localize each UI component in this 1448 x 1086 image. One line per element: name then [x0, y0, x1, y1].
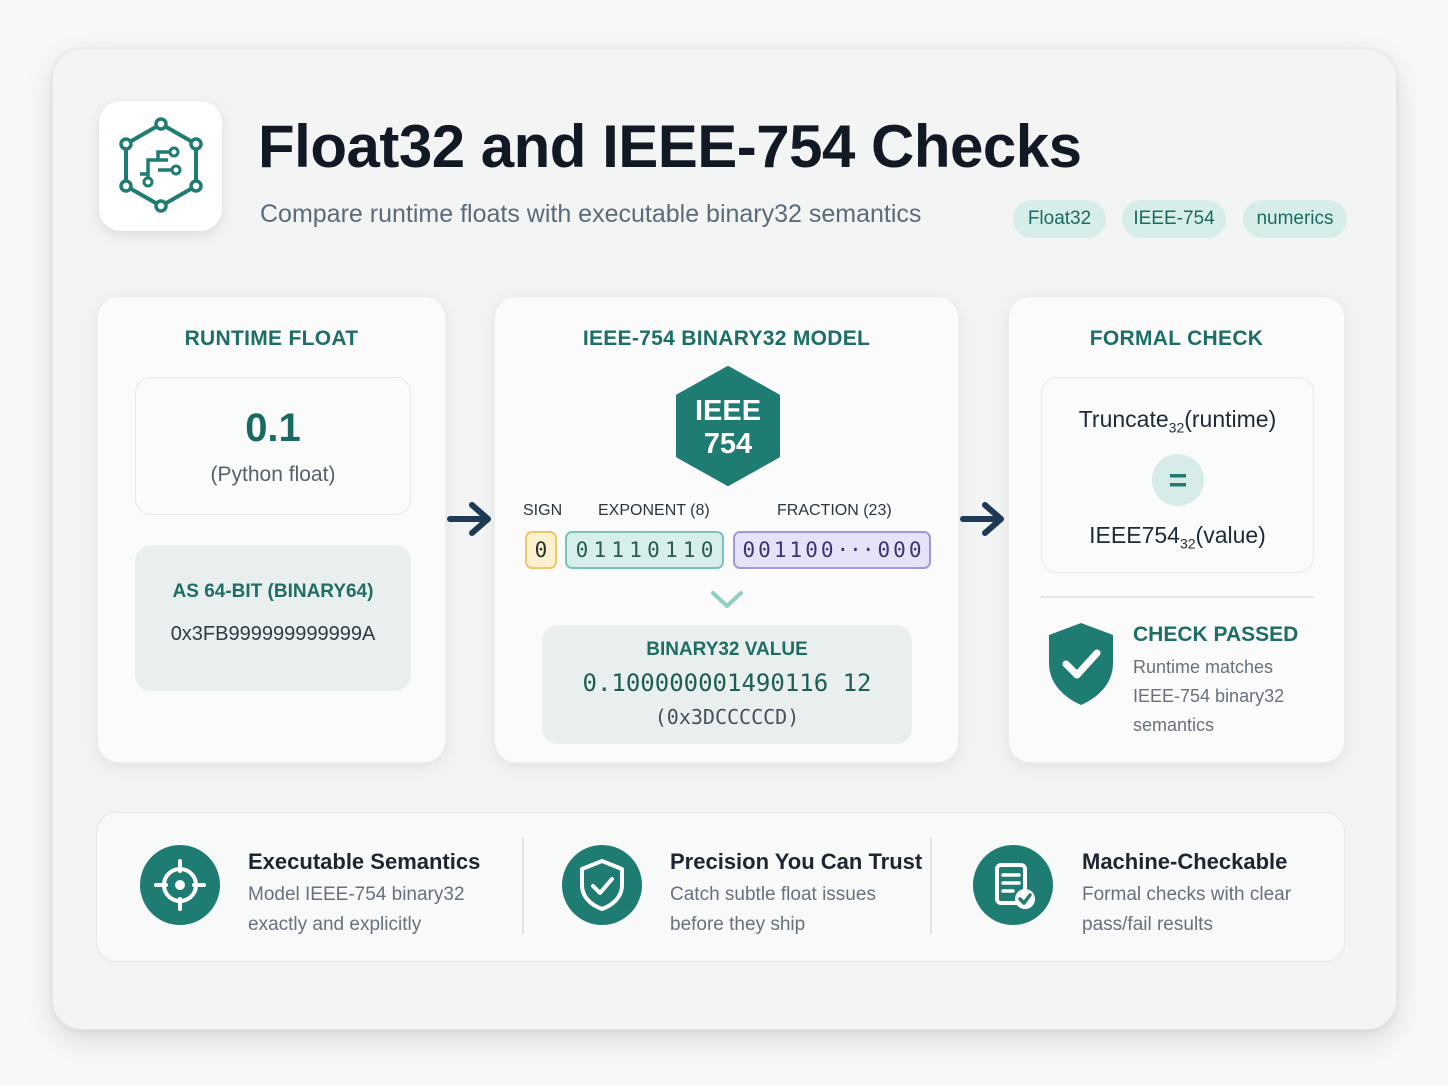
shield-check-icon — [1049, 623, 1113, 705]
equation-box: Truncate32(runtime) = IEEE75432(value) — [1041, 377, 1314, 573]
panel-heading: FORMAL CHECK — [1089, 327, 1264, 350]
bit-digit: 0 — [805, 538, 818, 562]
bit-digit: ··· — [836, 538, 875, 562]
lhs-subscript: 32 — [1168, 419, 1185, 436]
fraction-bits: 0 0 1 1 0 0 ··· 0 0 0 — [733, 531, 931, 569]
binary64-box: AS 64-BIT (BINARY64) 0x3FB999999999999A — [135, 545, 411, 691]
formal-check-panel: FORMAL CHECK Truncate32(runtime) = IEEE7… — [1008, 296, 1345, 763]
feature-desc: Catch subtle float issues before they sh… — [670, 880, 876, 940]
feature-desc-line: before they ship — [670, 914, 806, 935]
arrow-right-icon — [960, 502, 1004, 536]
tag-numerics[interactable]: numerics — [1243, 200, 1347, 238]
exponent-bits: 01110110 — [565, 531, 724, 569]
divider — [1041, 596, 1314, 598]
app-logo — [99, 101, 222, 231]
bit-digit: 1 — [629, 538, 642, 562]
panel-heading: RUNTIME FLOAT — [184, 327, 359, 350]
binary32-value-label: BINARY32 VALUE — [646, 639, 808, 660]
ieee-hexagon-badge: IEEE 754 — [676, 366, 780, 486]
tag-float32[interactable]: Float32 — [1013, 200, 1106, 238]
check-result-desc: Runtime matches IEEE-754 binary32 semant… — [1133, 657, 1285, 735]
equals-badge: = — [1152, 454, 1204, 506]
page-subtitle: Compare runtime floats with executable b… — [260, 200, 922, 228]
exponent-label: EXPONENT (8) — [598, 502, 710, 519]
feature-desc-line: Catch subtle float issues — [670, 884, 876, 905]
hexagon-circuit-icon — [118, 117, 203, 213]
shield-check-icon — [562, 845, 642, 925]
feature-desc-line: exactly and explicitly — [248, 914, 422, 935]
bit-digit: 1 — [664, 538, 678, 562]
binary64-hex: 0x3FB999999999999A — [170, 623, 376, 645]
rhs-subscript: 32 — [1179, 535, 1196, 552]
binary32-value-box: BINARY32 VALUE 0.100000001490116 12 (0x3… — [542, 625, 912, 744]
check-result-title: CHECK PASSED — [1133, 623, 1299, 646]
bit-digit: 0 — [758, 538, 771, 562]
document-check-icon — [973, 845, 1053, 925]
lhs-arg: (runtime) — [1184, 406, 1277, 432]
bit-digit: 0 — [893, 538, 906, 562]
bit-digit: 1 — [611, 538, 625, 562]
bit-digit: 1 — [593, 538, 607, 562]
lhs-expression: Truncate32(runtime) — [1042, 406, 1313, 436]
feature-title: Executable Semantics — [248, 849, 481, 874]
page-title: Float32 and IEEE-754 Checks — [258, 113, 1082, 180]
badge-line1: IEEE — [695, 395, 761, 427]
divider — [522, 838, 524, 934]
bit-digit: 0 — [877, 538, 891, 562]
runtime-float-panel: RUNTIME FLOAT 0.1 (Python float) AS 64-B… — [97, 296, 446, 763]
binary64-label: AS 64-BIT (BINARY64) — [172, 581, 374, 602]
rhs-expression: IEEE75432(value) — [1042, 522, 1313, 552]
runtime-value: 0.1 — [245, 406, 301, 450]
rhs-arg: (value) — [1195, 522, 1266, 548]
bit-digit: 1 — [773, 538, 787, 562]
arrow-right-icon — [447, 502, 491, 536]
sign-label: SIGN — [523, 502, 563, 519]
fraction-label: FRACTION (23) — [777, 502, 892, 519]
panel-heading: IEEE-754 BINARY32 MODEL — [582, 327, 871, 350]
bit-digit: 0 — [820, 538, 834, 562]
divider — [930, 838, 932, 934]
binary32-value: 0.100000001490116 12 — [582, 669, 872, 697]
tag-ieee754[interactable]: IEEE-754 — [1122, 200, 1226, 238]
bit-digit: 0 — [534, 538, 548, 562]
bit-digit: 0 — [575, 538, 589, 562]
binary32-model-panel: IEEE-754 BINARY32 MODEL IEEE 754 SIGN EX… — [494, 296, 959, 763]
bit-digit: 1 — [789, 538, 803, 562]
rhs-name: IEEE754 — [1089, 522, 1180, 548]
sign-bits: 0 — [525, 531, 557, 569]
bit-digit: 0 — [908, 538, 922, 562]
bit-digit: 1 — [682, 538, 696, 562]
feature-desc: Formal checks with clear pass/fail resul… — [1082, 880, 1291, 940]
badge-line2: 754 — [704, 428, 752, 460]
lhs-name: Truncate — [1078, 406, 1169, 432]
bit-digit: 0 — [742, 538, 756, 562]
feature-desc-line: Formal checks with clear — [1082, 884, 1292, 905]
binary32-hex: (0x3DCCCCCD) — [654, 705, 800, 729]
feature-desc-line: pass/fail results — [1082, 914, 1213, 935]
feature-title: Precision You Can Trust — [670, 849, 923, 874]
bit-digit: 0 — [647, 538, 660, 562]
feature-desc: Model IEEE-754 binary32 exactly and expl… — [248, 880, 465, 940]
runtime-value-note: (Python float) — [210, 463, 336, 486]
runtime-value-box: 0.1 (Python float) — [135, 377, 411, 515]
target-icon — [140, 845, 220, 925]
feature-title: Machine-Checkable — [1082, 849, 1288, 874]
bit-digit: 0 — [700, 538, 714, 562]
chevron-down-icon — [711, 591, 743, 608]
feature-desc-line: Model IEEE-754 binary32 — [248, 884, 465, 905]
